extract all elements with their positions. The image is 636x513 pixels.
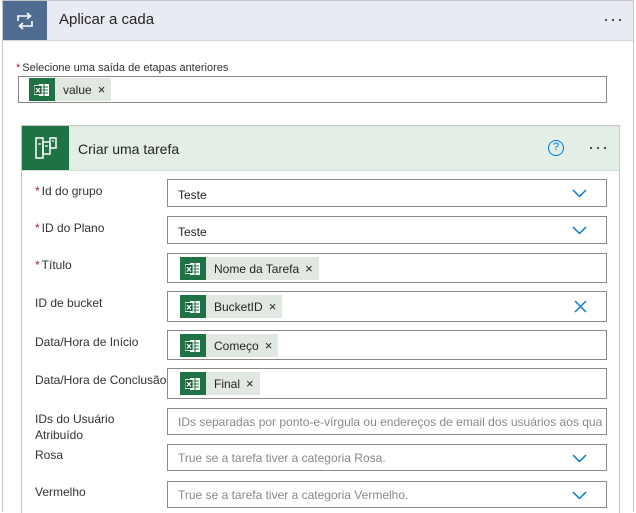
dynamic-token-due[interactable]: Final × xyxy=(180,372,260,395)
clear-icon[interactable] xyxy=(574,300,587,313)
start-date-label: Data/Hora de Início xyxy=(35,335,139,349)
dynamic-token-bucket-id[interactable]: BucketID × xyxy=(180,295,283,318)
required-marker: * xyxy=(35,258,40,272)
red-dropdown[interactable]: True se a tarefa tiver a categoria Verme… xyxy=(167,481,607,508)
remove-token-button[interactable]: × xyxy=(265,338,273,353)
excel-icon xyxy=(180,257,206,280)
dynamic-token-task-name[interactable]: Nome da Tarefa × xyxy=(180,257,319,280)
group-id-value: Teste xyxy=(178,188,207,202)
token-label: Nome da Tarefa xyxy=(214,261,300,276)
pink-label: Rosa xyxy=(35,448,64,462)
chevron-down-icon[interactable] xyxy=(572,491,587,500)
dynamic-token-value[interactable]: value × xyxy=(29,78,112,101)
excel-icon xyxy=(180,372,206,395)
chevron-down-icon[interactable] xyxy=(572,189,587,198)
red-placeholder: True se a tarefa tiver a categoria Verme… xyxy=(178,488,409,502)
group-id-label-text: Id do grupo xyxy=(41,184,103,198)
pink-placeholder: True se a tarefa tiver a categoria Rosa. xyxy=(178,451,386,465)
title-label: * Título xyxy=(35,257,72,273)
excel-icon xyxy=(180,295,206,318)
assignee-ids-input[interactable]: IDs separadas por ponto-e-vírgula ou end… xyxy=(167,408,607,435)
token-label: Começo xyxy=(214,338,259,353)
title-label-text: Título xyxy=(41,258,72,272)
dynamic-token-start[interactable]: Começo × xyxy=(180,334,279,357)
chevron-down-icon[interactable] xyxy=(572,454,587,463)
apply-to-each-card: Aplicar a cada ··· * Selecione uma saída … xyxy=(2,0,634,513)
pink-dropdown[interactable]: True se a tarefa tiver a categoria Rosa. xyxy=(167,444,607,471)
plan-id-dropdown[interactable]: Teste xyxy=(167,216,607,244)
red-label: Vermelho xyxy=(35,485,86,499)
remove-token-button[interactable]: × xyxy=(269,299,277,314)
select-output-label: * Selecione uma saída de etapas anteriore… xyxy=(16,62,228,74)
group-id-dropdown[interactable]: Teste xyxy=(167,179,607,207)
plan-id-value: Teste xyxy=(178,225,207,239)
create-task-title: Criar uma tarefa xyxy=(78,141,180,157)
chevron-down-icon[interactable] xyxy=(572,226,587,235)
token-label: value xyxy=(63,82,92,97)
due-date-label: Data/Hora de Conclusão xyxy=(35,373,167,387)
remove-token-button[interactable]: × xyxy=(305,261,313,276)
help-icon[interactable]: ? xyxy=(548,140,564,156)
apply-to-each-title: Aplicar a cada xyxy=(59,11,155,28)
required-marker: * xyxy=(35,184,40,198)
start-date-field[interactable]: Começo × xyxy=(167,330,607,360)
loop-icon xyxy=(3,1,47,40)
create-task-header[interactable]: Criar uma tarefa ? ··· xyxy=(22,126,619,171)
more-options-icon[interactable]: ··· xyxy=(603,10,624,28)
required-marker: * xyxy=(35,221,40,235)
remove-token-button[interactable]: × xyxy=(98,82,106,97)
assignee-ids-placeholder: IDs separadas por ponto-e-vírgula ou end… xyxy=(178,415,603,429)
more-options-icon[interactable]: ··· xyxy=(588,138,609,156)
token-label: Final xyxy=(214,376,241,391)
required-marker: * xyxy=(16,62,21,74)
assignee-ids-label: IDs do Usuário Atribuído xyxy=(35,412,115,442)
plan-id-label-text: ID do Plano xyxy=(41,221,105,235)
excel-icon xyxy=(29,78,55,101)
apply-to-each-header[interactable]: Aplicar a cada ··· xyxy=(3,1,633,41)
group-id-label: * Id do grupo xyxy=(35,183,102,199)
remove-token-button[interactable]: × xyxy=(246,376,254,391)
select-output-field[interactable]: value × xyxy=(18,76,607,103)
excel-icon xyxy=(180,334,206,357)
due-date-field[interactable]: Final × xyxy=(167,368,607,399)
planner-icon xyxy=(22,126,69,170)
select-output-label-text: Selecione uma saída de etapas anteriores xyxy=(22,62,229,74)
token-label: BucketID xyxy=(214,299,263,314)
bucket-id-label: ID de bucket xyxy=(35,296,103,310)
plan-id-label: * ID do Plano xyxy=(35,220,104,236)
bucket-id-field[interactable]: BucketID × xyxy=(167,291,607,322)
title-field[interactable]: Nome da Tarefa × xyxy=(167,253,607,283)
